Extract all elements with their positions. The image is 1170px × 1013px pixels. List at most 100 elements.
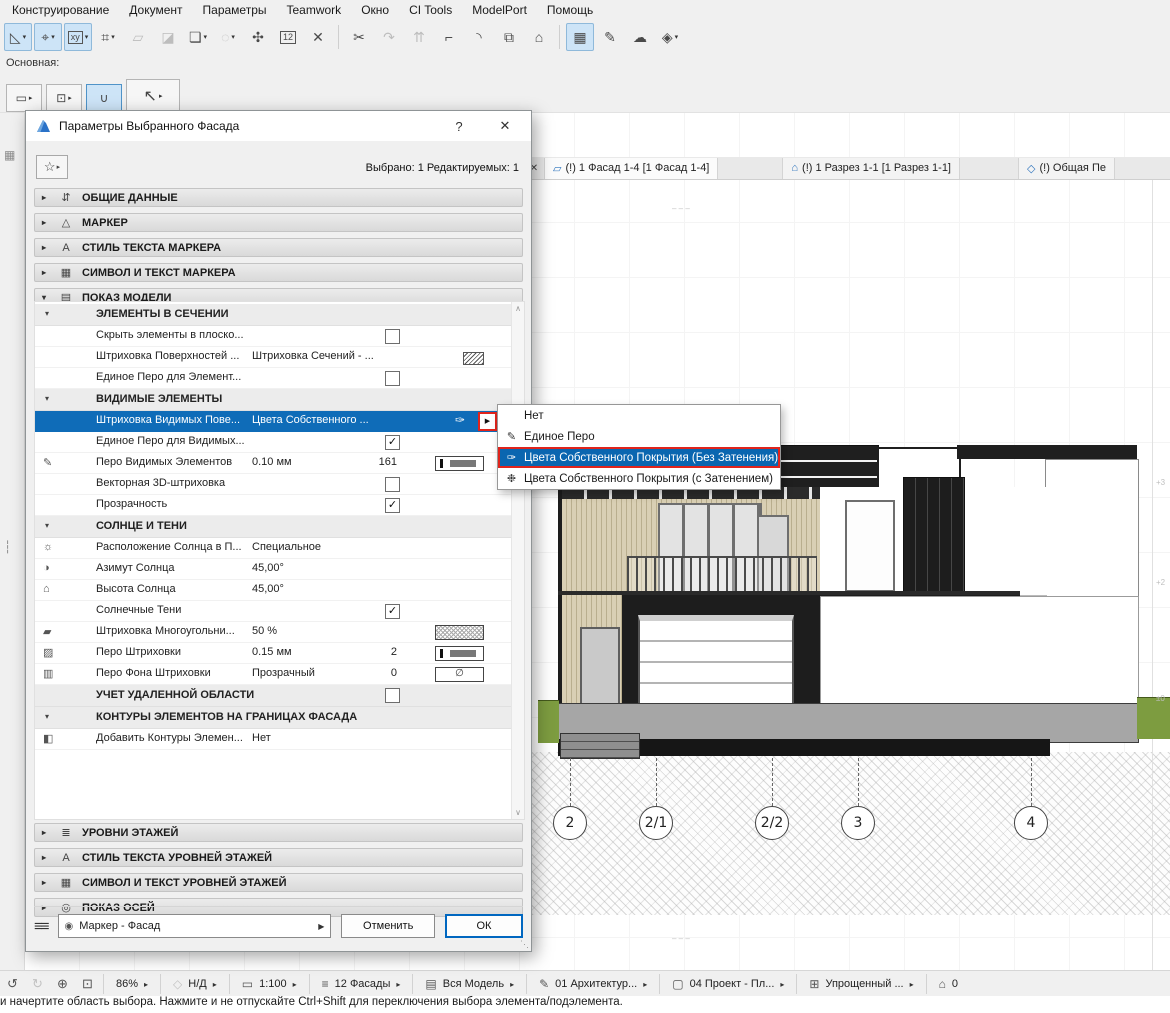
parameter-row[interactable]: ◧Добавить Контуры Элемен...Нет bbox=[35, 729, 511, 750]
cancel-button[interactable]: Отменить bbox=[341, 914, 435, 938]
forward-button[interactable]: ↻ bbox=[25, 976, 50, 992]
section-story-symbol-text[interactable]: ▸▦СИМВОЛ И ТЕКСТ УРОВНЕЙ ЭТАЖЕЙ bbox=[34, 873, 523, 892]
section-marker[interactable]: ▸△МАРКЕР bbox=[34, 213, 523, 232]
coordinate-tool-button[interactable]: xy▾ bbox=[64, 23, 92, 51]
parameter-group-row[interactable]: ▾ЭЛЕМЕНТЫ В СЕЧЕНИИ bbox=[35, 304, 511, 326]
parameter-row[interactable]: Штриховка Поверхностей ...Штриховка Сече… bbox=[35, 347, 511, 368]
flyout-arrow-button[interactable]: ▶ bbox=[478, 412, 497, 431]
marquee-tool-button[interactable]: ⌖▾ bbox=[34, 23, 62, 51]
dropdown-item[interactable]: ✑Цвета Собственного Покрытия (Без Затене… bbox=[498, 447, 780, 468]
tab-elevation[interactable]: ▱(!) 1 Фасад 1-4 [1 Фасад 1-4] bbox=[544, 158, 718, 179]
page-tool-button[interactable]: ◪ bbox=[154, 23, 182, 51]
profile-tool-button[interactable]: ◌▾ bbox=[214, 23, 242, 51]
magnet-toggle-button[interactable]: ∪ bbox=[86, 84, 122, 112]
scroll-up-icon[interactable]: ∧ bbox=[512, 304, 524, 313]
checkbox[interactable]: ✓ bbox=[385, 498, 400, 513]
cursor-tool-button[interactable]: ↖▸ bbox=[126, 79, 180, 112]
toolbox-line-icon[interactable]: ┆ bbox=[4, 540, 11, 554]
frame-tool-button[interactable]: ❏▾ bbox=[184, 23, 212, 51]
zoom-level-combo[interactable]: 86%▸ bbox=[107, 973, 157, 995]
menu-item[interactable]: Помощь bbox=[537, 0, 603, 20]
parameter-row[interactable]: Штриховка Видимых Пове...Цвета Собственн… bbox=[35, 411, 511, 432]
checkbox[interactable] bbox=[385, 371, 400, 386]
section-marker-symbol-text[interactable]: ▸▦СИМВОЛ И ТЕКСТ МАРКЕРА bbox=[34, 263, 523, 282]
checkbox[interactable] bbox=[385, 477, 400, 492]
parameter-row[interactable]: Скрыть элементы в плоско... bbox=[35, 326, 511, 347]
section-story-levels[interactable]: ▸≣УРОВНИ ЭТАЖЕЙ bbox=[34, 823, 523, 842]
panel-scrollbar[interactable]: ∧ ∨ bbox=[511, 302, 524, 819]
back-button[interactable]: ↺ bbox=[0, 976, 25, 992]
plane-tool-button[interactable]: ▱ bbox=[124, 23, 152, 51]
arrow-select-mode-button[interactable]: ⊡▸ bbox=[46, 84, 82, 112]
parameter-row[interactable]: Векторная 3D-штриховка bbox=[35, 474, 511, 495]
cutaway-tool-button[interactable]: ◈▾ bbox=[656, 23, 684, 51]
select-same-tool-button[interactable]: ▦ bbox=[566, 23, 594, 51]
renovation-filter-combo[interactable]: ⊞Упрощенный ...▸ bbox=[800, 973, 922, 995]
shadow-fill-preview[interactable] bbox=[435, 625, 484, 640]
orientation-combo[interactable]: ◇Н/Д▸ bbox=[164, 973, 226, 995]
menu-item[interactable]: ModelPort bbox=[462, 0, 537, 20]
trim-tool-button[interactable]: ✂ bbox=[345, 23, 373, 51]
dropdown-item[interactable]: ✎Единое Перо bbox=[498, 426, 780, 447]
dropdown-item[interactable]: Нет bbox=[498, 405, 780, 426]
checkbox[interactable] bbox=[385, 688, 400, 703]
parameter-row[interactable]: ▥Перо Фона ШтриховкиПрозрачный0∅ bbox=[35, 664, 511, 685]
menu-item[interactable]: Окно bbox=[351, 0, 399, 20]
parameter-row[interactable]: Солнечные Тени✓ bbox=[35, 601, 511, 622]
grid-snap-tool-button[interactable]: ⌗▾ bbox=[94, 23, 122, 51]
toolbox-grid-icon[interactable]: ▦ bbox=[4, 148, 15, 162]
checkbox[interactable] bbox=[385, 329, 400, 344]
partial-structure-combo[interactable]: ▤Вся Модель▸ bbox=[416, 973, 523, 995]
revision-cloud-tool-button[interactable]: ☁ bbox=[626, 23, 654, 51]
parameter-group-row[interactable]: УЧЕТ УДАЛЕННОЙ ОБЛАСТИ bbox=[35, 685, 511, 707]
parameter-row[interactable]: ◑Азимут Солнца45,00° bbox=[35, 559, 511, 580]
marquee-mode-button[interactable]: ▭▸ bbox=[6, 84, 42, 112]
menu-item[interactable]: CI Tools bbox=[399, 0, 462, 20]
survey-tool-button[interactable]: 12 bbox=[274, 23, 302, 51]
favorites-button[interactable]: ☆ ▸ bbox=[36, 155, 68, 179]
parameter-row[interactable]: Единое Перо для Элемент... bbox=[35, 368, 511, 389]
model-view-options-combo[interactable]: ▢04 Проект - Пл...▸ bbox=[663, 973, 793, 995]
resize-tool-button[interactable]: ⧉ bbox=[495, 23, 523, 51]
section-story-text-style[interactable]: ▸AСТИЛЬ ТЕКСТА УРОВНЕЙ ЭТАЖЕЙ bbox=[34, 848, 523, 867]
transform-tool-button[interactable]: ✣ bbox=[244, 23, 272, 51]
parameter-group-row[interactable]: ▾ВИДИМЫЕ ЭЛЕМЕНТЫ bbox=[35, 389, 511, 411]
adjust-tool-button[interactable]: ↷ bbox=[375, 23, 403, 51]
scale-combo[interactable]: ▭1:100▸ bbox=[233, 973, 306, 995]
fit-in-window-button[interactable]: ⊡ bbox=[75, 976, 100, 992]
stretch-tool-button[interactable]: ✕ bbox=[304, 23, 332, 51]
parameter-row[interactable]: ▨Перо Штриховки0.15 мм2 bbox=[35, 643, 511, 664]
layer-indicator-combo[interactable]: ≡12 Фасады▸ bbox=[313, 973, 410, 995]
menu-item[interactable]: Конструирование bbox=[2, 0, 119, 20]
pen-preview[interactable]: ∅ bbox=[435, 667, 484, 682]
layer-combo[interactable]: ◉ Маркер - Фасад ▶ bbox=[58, 914, 332, 938]
zoom-in-button[interactable]: ⊕ bbox=[50, 976, 75, 992]
tab-section[interactable]: ⌂(!) 1 Разрез 1-1 [1 Разрез 1-1] bbox=[782, 158, 960, 179]
menu-item[interactable]: Документ bbox=[119, 0, 192, 20]
home-story-combo[interactable]: ⌂0 bbox=[930, 973, 967, 995]
parameter-row[interactable]: ✎Перо Видимых Элементов0.10 мм161 bbox=[35, 453, 511, 474]
close-button[interactable]: ✕ bbox=[493, 118, 517, 134]
explode-tool-button[interactable]: ⌂ bbox=[525, 23, 553, 51]
scroll-down-icon[interactable]: ∨ bbox=[512, 808, 524, 817]
parameter-group-row[interactable]: ▾СОЛНЦЕ И ТЕНИ bbox=[35, 516, 511, 538]
markup-tool-button[interactable]: ✎ bbox=[596, 23, 624, 51]
dialog-titlebar[interactable]: Параметры Выбранного Фасада ? ✕ bbox=[26, 111, 531, 141]
checkbox[interactable]: ✓ bbox=[385, 435, 400, 450]
help-button[interactable]: ? bbox=[449, 119, 469, 134]
menu-item[interactable]: Teamwork bbox=[277, 0, 352, 20]
fillet-tool-button[interactable]: ◝ bbox=[465, 23, 493, 51]
pen-set-combo[interactable]: ✎01 Архитектур...▸ bbox=[530, 973, 656, 995]
arrow-tool-button[interactable]: ◺▾ bbox=[4, 23, 32, 51]
parameter-row[interactable]: Прозрачность✓ bbox=[35, 495, 511, 516]
checkbox[interactable]: ✓ bbox=[385, 604, 400, 619]
pen-preview[interactable] bbox=[435, 646, 484, 661]
dropdown-item[interactable]: ❉Цвета Собственного Покрытия (с Затенени… bbox=[498, 468, 780, 489]
parameter-row[interactable]: ⌂Высота Солнца45,00° bbox=[35, 580, 511, 601]
surface-hatch-icon[interactable] bbox=[463, 352, 484, 365]
parameter-group-row[interactable]: ▾КОНТУРЫ ЭЛЕМЕНТОВ НА ГРАНИЦАХ ФАСАДА bbox=[35, 707, 511, 729]
section-marker-text-style[interactable]: ▸AСТИЛЬ ТЕКСТА МАРКЕРА bbox=[34, 238, 523, 257]
parameter-row[interactable]: ▰Штриховка Многоугольни...50 % bbox=[35, 622, 511, 643]
pen-preview[interactable] bbox=[435, 456, 484, 471]
corner-tool-button[interactable]: ⌐ bbox=[435, 23, 463, 51]
